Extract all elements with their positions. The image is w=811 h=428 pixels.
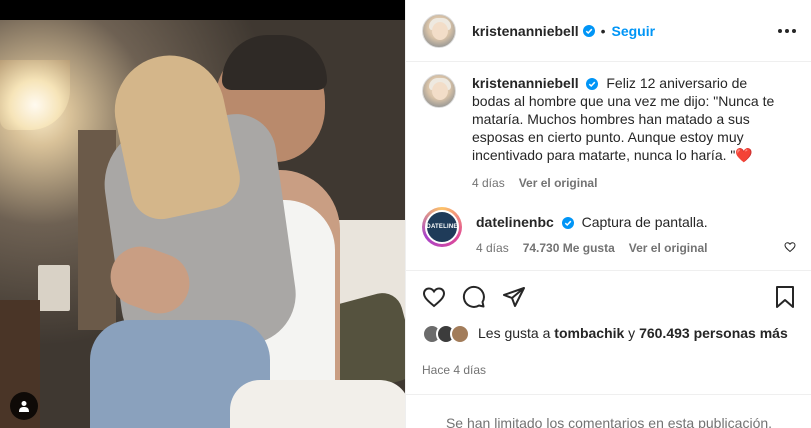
photo-top-bar <box>0 0 405 20</box>
caption: kristenanniebell Feliz 12 aniversario de… <box>406 62 811 190</box>
verified-badge-icon <box>582 24 595 37</box>
post-side-panel: kristenanniebell • Seguir kristenanniebe… <box>405 0 811 428</box>
caption-avatar[interactable] <box>422 74 456 108</box>
verified-badge-icon <box>561 217 574 230</box>
header-separator: • <box>600 22 606 39</box>
likes-count[interactable]: 760.493 personas más <box>639 325 788 341</box>
comment-text-block: datelinenbc Captura de pantalla. <box>476 213 786 231</box>
comment-age[interactable]: 4 días <box>476 241 509 255</box>
action-bar <box>406 270 811 322</box>
likes-avatars <box>422 324 474 344</box>
caption-text-block: kristenanniebell Feliz 12 aniversario de… <box>472 74 782 164</box>
avatar-face <box>432 82 448 100</box>
comments-limited-notice: Se han limitado los comentarios en esta … <box>406 394 811 428</box>
more-dot <box>778 28 782 33</box>
bookmark-icon[interactable] <box>774 285 796 309</box>
post-timestamp[interactable]: Hace 4 días <box>422 363 486 377</box>
comment-text: Captura de pantalla. <box>581 214 708 230</box>
share-icon[interactable] <box>502 285 526 309</box>
more-dot <box>785 28 789 33</box>
comment-username[interactable]: datelinenbc <box>476 214 554 230</box>
post-photo[interactable] <box>0 0 405 428</box>
comment-item: DATELINE datelinenbc Captura de pantalla… <box>406 190 811 255</box>
comment-icon[interactable] <box>462 285 486 309</box>
comments-area[interactable]: kristenanniebell Feliz 12 aniversario de… <box>406 62 811 270</box>
see-original-link[interactable]: Ver el original <box>519 176 598 190</box>
caption-username[interactable]: kristenanniebell <box>472 75 579 91</box>
verified-badge-icon <box>586 78 599 91</box>
tagged-users-button[interactable] <box>10 392 38 420</box>
likes-summary: Les gusta a tombachik y 760.493 personas… <box>422 324 802 344</box>
photo-bedsheet <box>230 380 405 428</box>
comment-avatar[interactable]: DATELINE <box>422 207 462 247</box>
liker-username[interactable]: tombachik <box>554 325 624 341</box>
author-avatar[interactable] <box>422 13 456 48</box>
comment-see-original-link[interactable]: Ver el original <box>629 241 708 255</box>
avatar-face <box>432 21 448 40</box>
comment-body: datelinenbc Captura de pantalla. 4 días … <box>476 207 786 255</box>
liker-avatar[interactable] <box>450 324 470 344</box>
photo-light-switch <box>38 265 70 311</box>
comment-meta: 4 días 74.730 Me gusta Ver el original <box>476 241 786 255</box>
more-options-icon[interactable] <box>778 28 796 33</box>
likes-text: Les gusta a tombachik y 760.493 personas… <box>478 324 788 344</box>
follow-button[interactable]: Seguir <box>612 23 656 39</box>
likes-middle: y <box>624 325 640 341</box>
caption-body: kristenanniebell Feliz 12 aniversario de… <box>472 74 782 190</box>
caption-age[interactable]: 4 días <box>472 176 505 190</box>
more-dot <box>792 28 796 33</box>
comment-likes-count[interactable]: 74.730 Me gusta <box>523 241 615 255</box>
red-heart-emoji: ❤️ <box>735 147 753 163</box>
comment-like-icon[interactable] <box>784 240 796 258</box>
heart-icon[interactable] <box>422 285 446 309</box>
dateline-logo: DATELINE <box>425 210 459 244</box>
post-header: kristenanniebell • Seguir <box>406 0 811 62</box>
caption-meta: 4 días Ver el original <box>472 176 782 190</box>
user-icon <box>19 401 29 412</box>
author-username[interactable]: kristenanniebell <box>472 23 579 39</box>
likes-prefix: Les gusta a <box>478 325 555 341</box>
